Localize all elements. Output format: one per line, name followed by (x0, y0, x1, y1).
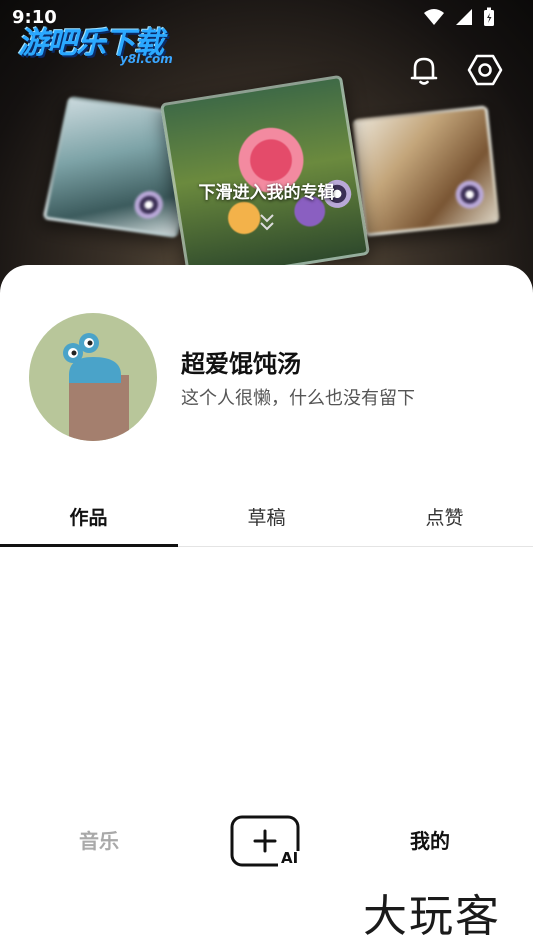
tab-drafts[interactable]: 草稿 (178, 495, 355, 545)
nav-music[interactable]: 音乐 (79, 825, 119, 854)
watermark-bottom: 大玩客 (363, 891, 501, 942)
chevrons-down-icon (260, 214, 274, 231)
status-icons (423, 7, 495, 27)
wifi-icon (424, 9, 444, 25)
user-name: 超爱馄饨汤 (181, 350, 301, 378)
swipe-hint: 下滑进入我的专辑 (198, 183, 335, 203)
tab-likes[interactable]: 点赞 (356, 495, 533, 545)
create-ai-label: AI (281, 849, 299, 867)
battery-icon (484, 7, 494, 26)
signal-icon (456, 9, 472, 25)
user-bio: 这个人很懒，什么也没有留下 (181, 388, 415, 409)
watermark-logo-sub: y8l.com (120, 52, 173, 66)
tab-works[interactable]: 作品 (0, 495, 177, 545)
album-hero-banner[interactable]: 9:10 游吧乐下载 y8l.com 下滑进入我的专辑 (0, 0, 533, 300)
nav-mine[interactable]: 我的 (410, 825, 450, 854)
avatar-image (63, 333, 129, 441)
settings-icon[interactable] (467, 52, 503, 88)
create-ai-button[interactable]: AI (230, 815, 302, 871)
bottom-nav: 音乐 AI 我的 (0, 805, 533, 875)
tab-indicator (0, 544, 178, 547)
avatar[interactable] (29, 313, 157, 441)
album-cover-right[interactable] (352, 105, 500, 237)
bell-icon[interactable] (406, 52, 442, 88)
profile-tabs: 作品 草稿 点赞 (0, 495, 533, 547)
